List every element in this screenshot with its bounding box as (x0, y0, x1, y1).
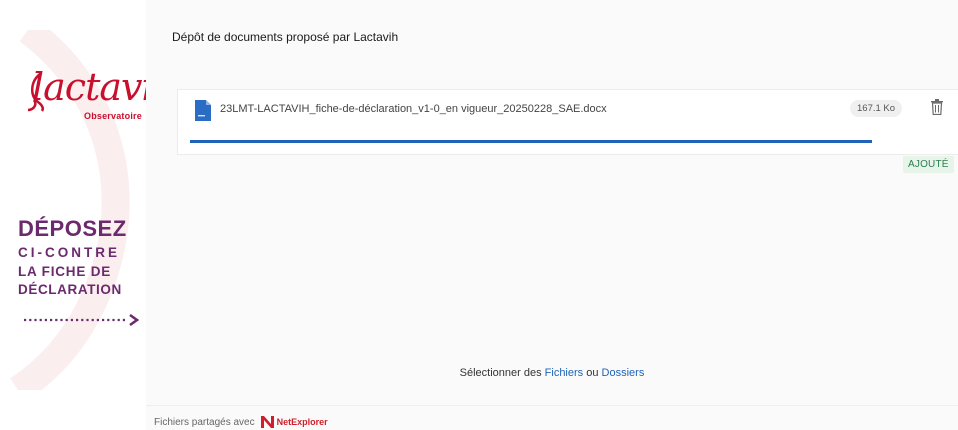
provider-name: NetExplorer (276, 417, 328, 427)
upload-progress-bar (190, 140, 872, 143)
netexplorer-icon (260, 416, 274, 428)
status-badge: AJOUTÉ (903, 156, 954, 173)
file-size-badge: 167.1 Ko (850, 100, 903, 117)
footer: Fichiers partagés avec NetExplorer (154, 416, 328, 428)
cta-line-3: LA FICHE DE (18, 263, 112, 279)
select-files-link[interactable]: Fichiers (545, 367, 584, 379)
uploaded-file-item: 23LMT-LACTAVIH_fiche-de-déclaration_v1-0… (177, 89, 958, 173)
file-selector: Sélectionner des Fichiers ou Dossiers (146, 367, 958, 379)
cta-line-2: CI-CONTRE (18, 245, 120, 260)
selector-prefix: Sélectionner des (459, 367, 542, 379)
file-name: 23LMT-LACTAVIH_fiche-de-déclaration_v1-0… (220, 103, 607, 115)
branding-panel: lactavih Observatoire DÉPOSEZ CI-CONTRE … (8, 0, 146, 430)
selector-conjunction: ou (586, 367, 599, 379)
shared-with-label: Fichiers partagés avec (154, 416, 255, 428)
footer-divider (146, 405, 958, 406)
cta-line-1: DÉPOSEZ (18, 216, 127, 241)
upload-progress-fill (190, 140, 872, 143)
drop-zone[interactable]: Dépôt de documents proposé par Lactavih … (146, 0, 958, 430)
select-folders-link[interactable]: Dossiers (602, 367, 645, 379)
lactavih-logo: lactavih Observatoire (26, 68, 146, 128)
dotted-arrow-icon (24, 313, 140, 327)
call-to-action: DÉPOSEZ CI-CONTRE LA FICHE DE DÉCLARATIO… (18, 218, 127, 297)
page-title: Dépôt de documents proposé par Lactavih (172, 30, 399, 44)
trash-icon[interactable] (930, 99, 944, 115)
netexplorer-logo: NetExplorer (260, 416, 328, 428)
cta-line-4: DÉCLARATION (18, 282, 122, 297)
word-document-icon (195, 100, 211, 121)
logo-subtitle: Observatoire (84, 111, 142, 121)
logo-wordmark: lactavih (32, 65, 146, 109)
